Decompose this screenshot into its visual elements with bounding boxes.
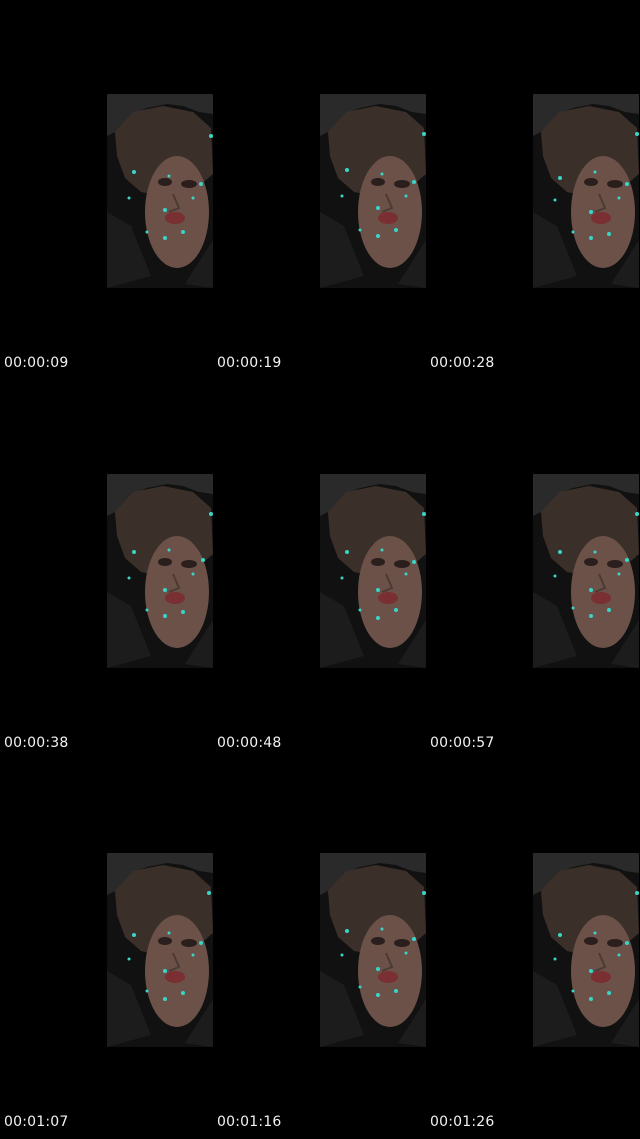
frame-timestamp: 00:00:09: [4, 355, 69, 371]
video-frame-thumbnail[interactable]: [107, 474, 213, 668]
frame-cell: 00:00:38: [0, 380, 213, 760]
face-landmark-frame: [320, 853, 426, 1047]
frame-timestamp: 00:00:57: [430, 735, 495, 751]
frame-cell: 00:00:57: [426, 380, 639, 760]
frame-cell: 00:00:48: [213, 380, 426, 760]
face-landmark-frame: [320, 94, 426, 288]
video-frame-thumbnail[interactable]: [533, 94, 639, 288]
video-frame-thumbnail[interactable]: [320, 474, 426, 668]
frame-cell: 00:00:09: [0, 0, 213, 380]
frame-cell: 00:00:28: [426, 0, 639, 380]
frame-timestamp: 00:01:26: [430, 1114, 495, 1130]
frame-timestamp: 00:01:16: [217, 1114, 282, 1130]
face-landmark-frame: [533, 853, 639, 1047]
frame-timestamp: 00:00:38: [4, 735, 69, 751]
face-landmark-frame: [320, 474, 426, 668]
video-frame-thumbnail[interactable]: [107, 853, 213, 1047]
frame-cell: 00:01:07: [0, 759, 213, 1139]
frame-cell: 00:01:16: [213, 759, 426, 1139]
face-landmark-frame: [533, 474, 639, 668]
frame-timestamp: 00:00:48: [217, 735, 282, 751]
face-landmark-frame: [107, 474, 213, 668]
frame-timestamp: 00:00:19: [217, 355, 282, 371]
face-landmark-frame: [107, 853, 213, 1047]
frame-timestamp: 00:00:28: [430, 355, 495, 371]
video-frame-thumbnail[interactable]: [320, 853, 426, 1047]
video-frame-thumbnail[interactable]: [533, 474, 639, 668]
frame-cell: 00:01:26: [426, 759, 639, 1139]
face-landmark-frame: [107, 94, 213, 288]
video-frame-thumbnail[interactable]: [107, 94, 213, 288]
frame-grid: 00:00:09 00:00:19 00:00:28 00:00:38 00:0…: [0, 0, 640, 1139]
frame-timestamp: 00:01:07: [4, 1114, 69, 1130]
video-frame-thumbnail[interactable]: [533, 853, 639, 1047]
video-frame-thumbnail[interactable]: [320, 94, 426, 288]
face-landmark-frame: [533, 94, 639, 288]
frame-cell: 00:00:19: [213, 0, 426, 380]
